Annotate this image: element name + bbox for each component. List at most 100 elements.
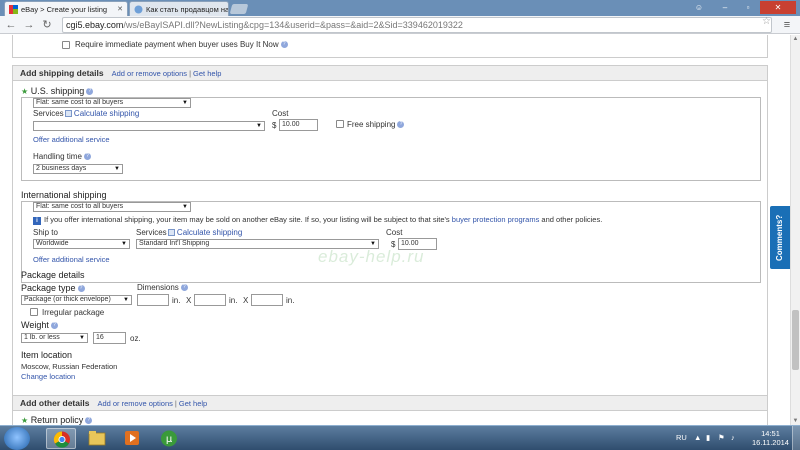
browser-toolbar: ← → ↻ cgi5.ebay.com/ws/eBayISAPI.dll?New… bbox=[0, 16, 800, 34]
tab-ebay-create-listing[interactable]: eBay > Create your listing ✕ bbox=[4, 1, 128, 16]
us-calculate-shipping-link[interactable]: Calculate shipping bbox=[74, 109, 139, 118]
intl-offer-additional-link[interactable]: Offer additional service bbox=[33, 255, 110, 264]
change-location-link[interactable]: Change location bbox=[21, 372, 75, 381]
tray-expand-icon[interactable]: ▲ bbox=[694, 433, 701, 442]
us-service-select[interactable]: ▼ bbox=[33, 121, 265, 131]
clock-date: 16.11.2014 bbox=[752, 438, 789, 447]
explorer-taskbar-icon[interactable] bbox=[82, 428, 112, 449]
chrome-taskbar-icon[interactable] bbox=[46, 428, 76, 449]
watermark: ebay-help.ru bbox=[318, 247, 425, 266]
clock[interactable]: 14:51 16.11.2014 bbox=[752, 429, 789, 447]
dropdown-arrow-icon: ▼ bbox=[79, 335, 85, 341]
page-viewport: Require immediate payment when buyer use… bbox=[0, 35, 790, 425]
section-title: Add other details bbox=[20, 398, 90, 408]
tab-title: Как стать продавцом на e bbox=[146, 4, 229, 14]
us-shipping-heading: ★ U.S. shipping? bbox=[21, 86, 94, 96]
add-remove-options-link[interactable]: Add or remove options bbox=[112, 69, 187, 78]
get-help-link[interactable]: Get help bbox=[179, 399, 207, 408]
dimensions-label: Dimensions? bbox=[137, 283, 188, 292]
back-icon[interactable]: ← bbox=[4, 18, 18, 32]
other-details-section-header: Add other details Add or remove options |… bbox=[12, 395, 768, 411]
unit-in: in. bbox=[286, 296, 295, 305]
new-tab-button[interactable] bbox=[229, 4, 249, 14]
dropdown-arrow-icon: ▼ bbox=[121, 241, 127, 247]
calculator-icon bbox=[64, 110, 72, 118]
irregular-package-label: Irregular package bbox=[42, 308, 105, 317]
taskbar: µ RU ▲ ▮ ⚑ ♪ 14:51 16.11.2014 bbox=[0, 425, 800, 450]
require-payment-checkbox[interactable] bbox=[62, 41, 70, 49]
show-desktop-button[interactable] bbox=[792, 426, 800, 450]
times-x: X bbox=[243, 296, 249, 305]
address-bar[interactable]: cgi5.ebay.com/ws/eBayISAPI.dll?NewListin… bbox=[62, 17, 772, 33]
comments-tab[interactable]: Comments? bbox=[770, 206, 790, 269]
reload-icon[interactable]: ↻ bbox=[40, 18, 54, 32]
utorrent-taskbar-icon[interactable]: µ bbox=[154, 428, 184, 449]
dimension-height-input[interactable] bbox=[251, 294, 283, 306]
weight-select[interactable]: 1 lb. or less ▼ bbox=[21, 333, 88, 343]
maximize-icon[interactable]: ▫ bbox=[737, 1, 759, 14]
dimension-length-input[interactable] bbox=[137, 294, 169, 306]
menu-icon[interactable]: ≡ bbox=[780, 18, 794, 32]
required-star-icon: ★ bbox=[21, 87, 29, 96]
tab-kak-stat-prodavcom[interactable]: Как стать продавцом на e ✕ bbox=[129, 1, 229, 16]
irregular-package-checkbox[interactable] bbox=[30, 308, 38, 316]
get-help-link[interactable]: Get help bbox=[193, 69, 221, 78]
volume-icon[interactable]: ♪ bbox=[731, 433, 735, 442]
user-icon[interactable]: ☺ bbox=[692, 1, 706, 14]
help-icon[interactable]: ? bbox=[397, 121, 405, 129]
package-type-label: Package type? bbox=[21, 283, 85, 293]
browser-tab-strip: eBay > Create your listing ✕ Как стать п… bbox=[0, 0, 800, 16]
item-location-value: Moscow, Russian Federation bbox=[21, 362, 118, 371]
ebay-favicon bbox=[9, 4, 18, 14]
intl-cost-label: Cost bbox=[386, 228, 403, 237]
free-shipping-label: Free shipping? bbox=[347, 120, 405, 129]
tab-title: eBay > Create your listing bbox=[21, 4, 108, 14]
help-icon[interactable]: ? bbox=[83, 153, 91, 161]
us-cost-label: Cost bbox=[272, 109, 289, 118]
scroll-down-icon[interactable]: ▼ bbox=[791, 418, 800, 424]
help-icon[interactable]: ? bbox=[85, 417, 93, 425]
close-window-icon[interactable]: ✕ bbox=[760, 1, 796, 14]
globe-favicon bbox=[134, 5, 143, 13]
free-shipping-checkbox[interactable] bbox=[336, 120, 344, 128]
buyer-protection-link[interactable]: buyer protection programs bbox=[452, 215, 540, 224]
us-offer-additional-link[interactable]: Offer additional service bbox=[33, 135, 110, 144]
intl-services-label: Services Calculate shipping bbox=[136, 228, 243, 237]
address-host: cgi5.ebay.com bbox=[66, 20, 124, 30]
help-icon[interactable]: ? bbox=[280, 41, 288, 49]
scroll-up-icon[interactable]: ▲ bbox=[791, 36, 800, 42]
help-icon[interactable]: ? bbox=[180, 284, 188, 292]
help-icon[interactable]: ? bbox=[50, 322, 58, 330]
page-scrollbar[interactable]: ▲ ▼ bbox=[790, 35, 800, 425]
package-type-select[interactable]: Package (or thick envelope) ▼ bbox=[21, 295, 132, 305]
dropdown-arrow-icon: ▼ bbox=[123, 297, 129, 303]
weight-oz-input[interactable]: 16 bbox=[93, 332, 126, 344]
close-tab-icon[interactable]: ✕ bbox=[114, 5, 123, 13]
help-icon[interactable]: ? bbox=[86, 88, 94, 96]
network-icon[interactable]: ▮ bbox=[706, 433, 710, 442]
forward-icon[interactable]: → bbox=[22, 18, 36, 32]
separator: | bbox=[189, 68, 192, 78]
us-shipping-method-select[interactable]: Flat: same cost to all buyers ▼ bbox=[33, 98, 191, 108]
language-indicator[interactable]: RU bbox=[676, 433, 687, 442]
intl-shipping-method-select[interactable]: Flat: same cost to all buyers ▼ bbox=[33, 202, 191, 212]
us-cost-input[interactable]: 10.00 bbox=[279, 119, 318, 131]
ship-to-label: Ship to bbox=[33, 228, 58, 237]
minimize-icon[interactable]: – bbox=[714, 1, 736, 14]
ship-to-select[interactable]: Worldwide ▼ bbox=[33, 239, 130, 249]
start-button[interactable] bbox=[4, 427, 30, 450]
shipping-section-header: Add shipping details Add or remove optio… bbox=[12, 65, 768, 81]
handling-time-select[interactable]: 2 business days ▼ bbox=[33, 164, 123, 174]
intl-calculate-shipping-link[interactable]: Calculate shipping bbox=[177, 228, 242, 237]
unit-in: in. bbox=[229, 296, 238, 305]
flag-icon[interactable]: ⚑ bbox=[718, 433, 725, 442]
us-services-label: Services Calculate shipping bbox=[33, 109, 140, 118]
help-icon[interactable]: ? bbox=[77, 285, 85, 293]
dropdown-arrow-icon: ▼ bbox=[182, 204, 188, 210]
dimension-width-input[interactable] bbox=[194, 294, 226, 306]
bookmark-star-icon[interactable]: ☆ bbox=[762, 16, 771, 27]
dropdown-arrow-icon: ▼ bbox=[182, 100, 188, 106]
media-player-taskbar-icon[interactable] bbox=[117, 428, 147, 449]
scrollbar-thumb[interactable] bbox=[792, 310, 799, 370]
add-remove-options-link[interactable]: Add or remove options bbox=[97, 399, 172, 408]
